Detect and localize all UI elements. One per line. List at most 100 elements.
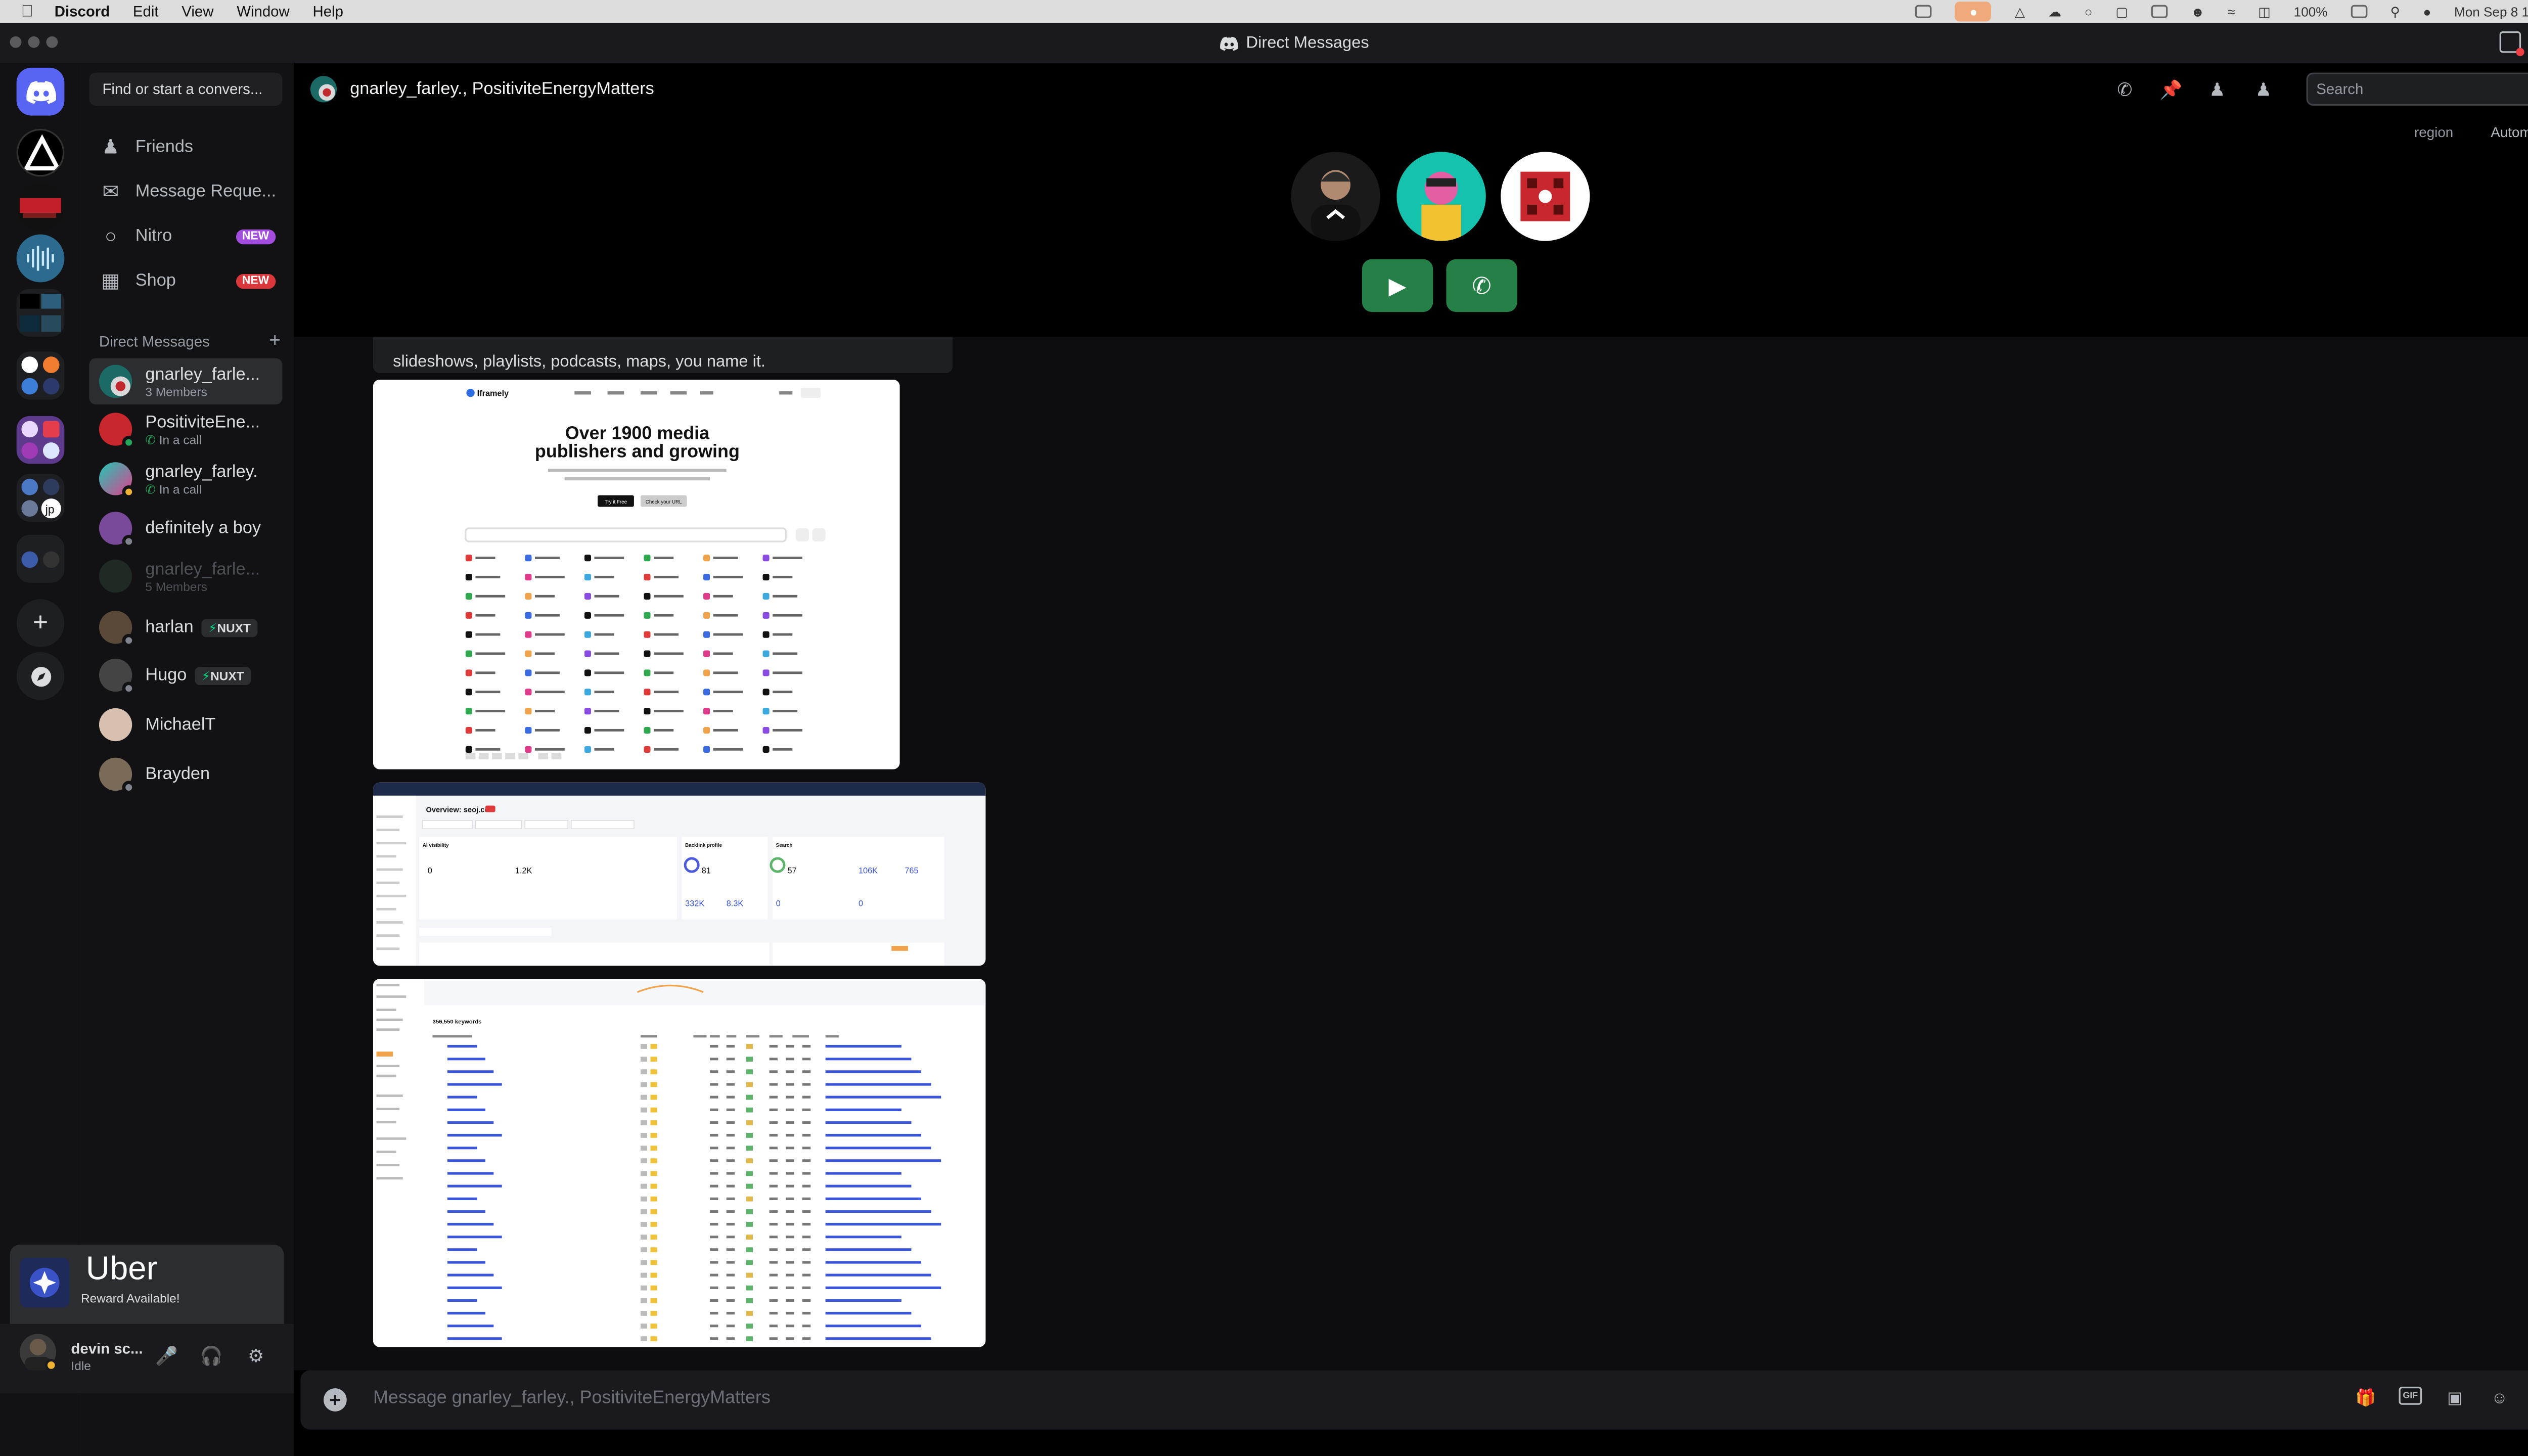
server-folder-mts[interactable] — [16, 289, 65, 337]
server-icon-waveform[interactable] — [16, 234, 65, 283]
inbox-icon[interactable] — [2499, 31, 2524, 57]
dm-name: MichaelT — [145, 714, 216, 735]
keyboard-icon[interactable] — [2151, 5, 2168, 18]
attach-plus-icon[interactable]: + — [323, 1388, 347, 1412]
dm-item[interactable]: gnarley_farle... 3 Members — [89, 358, 283, 404]
mic-active-icon[interactable]: ● — [1955, 2, 1992, 22]
minimize-window-button[interactable] — [28, 36, 40, 48]
nav-friends[interactable]: ♟ Friends — [89, 127, 282, 166]
add-member-icon[interactable]: ♟ — [2205, 77, 2229, 101]
gift-icon[interactable]: 🎁 — [2354, 1387, 2377, 1410]
shot2-label-1: AI visibility — [423, 843, 449, 848]
search-input[interactable]: Search ⚲ — [2306, 72, 2528, 106]
dm-name: gnarley_farle... — [145, 363, 260, 384]
attachment-image[interactable]: Iframely Over 1900 media publishers and … — [373, 380, 900, 769]
shop-icon: ▦ — [101, 269, 120, 292]
attachment-image[interactable]: Overview: seoj.co/ AI visibility Backlin… — [373, 782, 986, 966]
channel-name[interactable]: gnarley_farley., PositiviteEnergyMatters — [350, 79, 654, 99]
cube-icon[interactable]: ▢ — [2115, 4, 2128, 19]
search-menubar-icon[interactable]: ⚲ — [2390, 4, 2400, 19]
zoom-window-button[interactable] — [46, 36, 58, 48]
region-select[interactable]: Automatic ⌄ — [2491, 124, 2528, 142]
nav-message-requests[interactable]: ✉ Message Reque... — [89, 172, 282, 211]
shot1-btn-1: Try it Free — [605, 499, 627, 505]
server-icon-triangle[interactable] — [16, 128, 65, 177]
user-avatar — [99, 611, 136, 647]
menu-help[interactable]: Help — [312, 0, 343, 23]
headphones-icon[interactable]: 🎧 — [200, 1344, 223, 1367]
warning-icon[interactable]: △ — [2015, 4, 2025, 19]
gif-button[interactable]: GIF — [2399, 1386, 2422, 1405]
mic-icon[interactable]: 🎤 — [155, 1344, 178, 1367]
server-folder-4[interactable]: jp — [16, 474, 65, 522]
apple-icon[interactable]:  — [20, 3, 34, 21]
dm-subtitle: 5 Members — [145, 578, 207, 594]
dm-item[interactable]: gnarley_farle... 5 Members — [89, 553, 282, 599]
attachment-image[interactable]: 356,550 keywords — [373, 979, 986, 1347]
shot1-headline-1: Over 1900 media — [565, 423, 710, 443]
user-panel: devin sc... Idle 🎤 🎧 ⚙ — [0, 1324, 294, 1393]
dm-item[interactable]: Brayden — [89, 751, 282, 797]
message-composer[interactable]: + Message gnarley_farley., PositiviteEne… — [300, 1370, 2528, 1430]
shot2-label-3: Search — [776, 843, 793, 848]
dm-item[interactable]: Hugo ⚡NUXT — [89, 652, 282, 698]
nav-shop[interactable]: ▦ Shop NEW — [89, 261, 282, 300]
promo-subtitle: Reward Available! — [80, 1291, 180, 1306]
username[interactable]: devin sc... — [71, 1340, 143, 1357]
bolt-icon: ⚡ — [201, 667, 210, 683]
server-icon-dark[interactable] — [16, 183, 65, 232]
cloud-icon[interactable]: ☁ — [2048, 4, 2061, 19]
discover-button[interactable] — [16, 652, 65, 700]
extension-icon[interactable]: ○ — [2085, 4, 2093, 19]
group-avatar — [99, 365, 132, 398]
call-participant-avatar[interactable] — [1501, 152, 1590, 241]
person-icon[interactable]: ☻ — [2191, 4, 2205, 19]
sticker-icon[interactable]: ▣ — [2444, 1387, 2467, 1410]
server-folder-5[interactable] — [16, 534, 65, 583]
dm-item[interactable]: harlan ⚡NUXT — [89, 604, 282, 650]
nuxt-badge: ⚡NUXT — [202, 618, 258, 636]
call-participant-avatar[interactable] — [1291, 152, 1380, 241]
home-button[interactable] — [16, 67, 65, 116]
siri-icon[interactable]: ● — [2423, 4, 2431, 19]
menu-view[interactable]: View — [182, 0, 213, 23]
menu-window[interactable]: Window — [237, 0, 290, 23]
menu-edit[interactable]: Edit — [133, 0, 159, 23]
shop-new-badge: NEW — [235, 273, 276, 288]
screen-icon[interactable]: ◫ — [2258, 4, 2271, 19]
video-toggle-button[interactable]: ▶ — [1362, 259, 1433, 312]
emoji-icon[interactable]: ☺ — [2488, 1387, 2511, 1410]
status-online-icon — [122, 436, 136, 449]
members-icon[interactable]: ♟ — [2252, 77, 2275, 101]
dm-item[interactable]: definitely a boy — [89, 505, 282, 551]
datetime[interactable]: Mon Sep 8 18:11:46 — [2454, 4, 2528, 19]
nav-nitro[interactable]: ○ Nitro NEW — [89, 216, 282, 256]
battery-icon[interactable] — [2351, 5, 2367, 18]
wifi-icon[interactable]: ≈ — [2228, 4, 2235, 19]
nav-requests-label: Message Reque... — [135, 181, 277, 202]
dm-item[interactable]: gnarley_farley. ✆ In a call — [89, 456, 282, 502]
server-folder-2[interactable] — [16, 351, 65, 400]
nuxt-badge: ⚡NUXT — [195, 666, 251, 685]
find-conversation-button[interactable]: Find or start a convers... — [89, 72, 283, 106]
avatar[interactable] — [20, 1334, 58, 1372]
menu-app[interactable]: Discord — [55, 0, 110, 23]
status-idle-icon — [122, 485, 136, 499]
server-folder-3[interactable] — [16, 416, 65, 464]
dm-item[interactable]: MichaelT — [89, 702, 282, 748]
main-content: gnarley_farley., PositiviteEnergyMatters… — [294, 63, 2528, 1456]
pin-icon[interactable]: 📌 — [2159, 77, 2183, 101]
control-center-icon[interactable] — [1916, 5, 1932, 18]
settings-gear-icon[interactable]: ⚙ — [244, 1344, 267, 1367]
composer-actions: 🎁 GIF ▣ ☺ ⚙ — [2354, 1386, 2528, 1410]
message-input[interactable]: Message gnarley_farley., PositiviteEnerg… — [373, 1388, 771, 1408]
join-call-button[interactable]: ✆ — [1446, 259, 1517, 312]
dm-item[interactable]: PositiviteEne... ✆ In a call — [89, 406, 282, 452]
call-participant-avatar[interactable] — [1396, 152, 1486, 241]
close-window-button[interactable] — [10, 36, 22, 48]
find-placeholder: Find or start a convers... — [102, 80, 263, 98]
create-dm-button[interactable]: + — [269, 330, 281, 350]
add-server-button[interactable]: + — [16, 599, 65, 647]
call-icon[interactable]: ✆ — [2113, 77, 2137, 101]
nitro-new-badge: NEW — [235, 229, 276, 244]
